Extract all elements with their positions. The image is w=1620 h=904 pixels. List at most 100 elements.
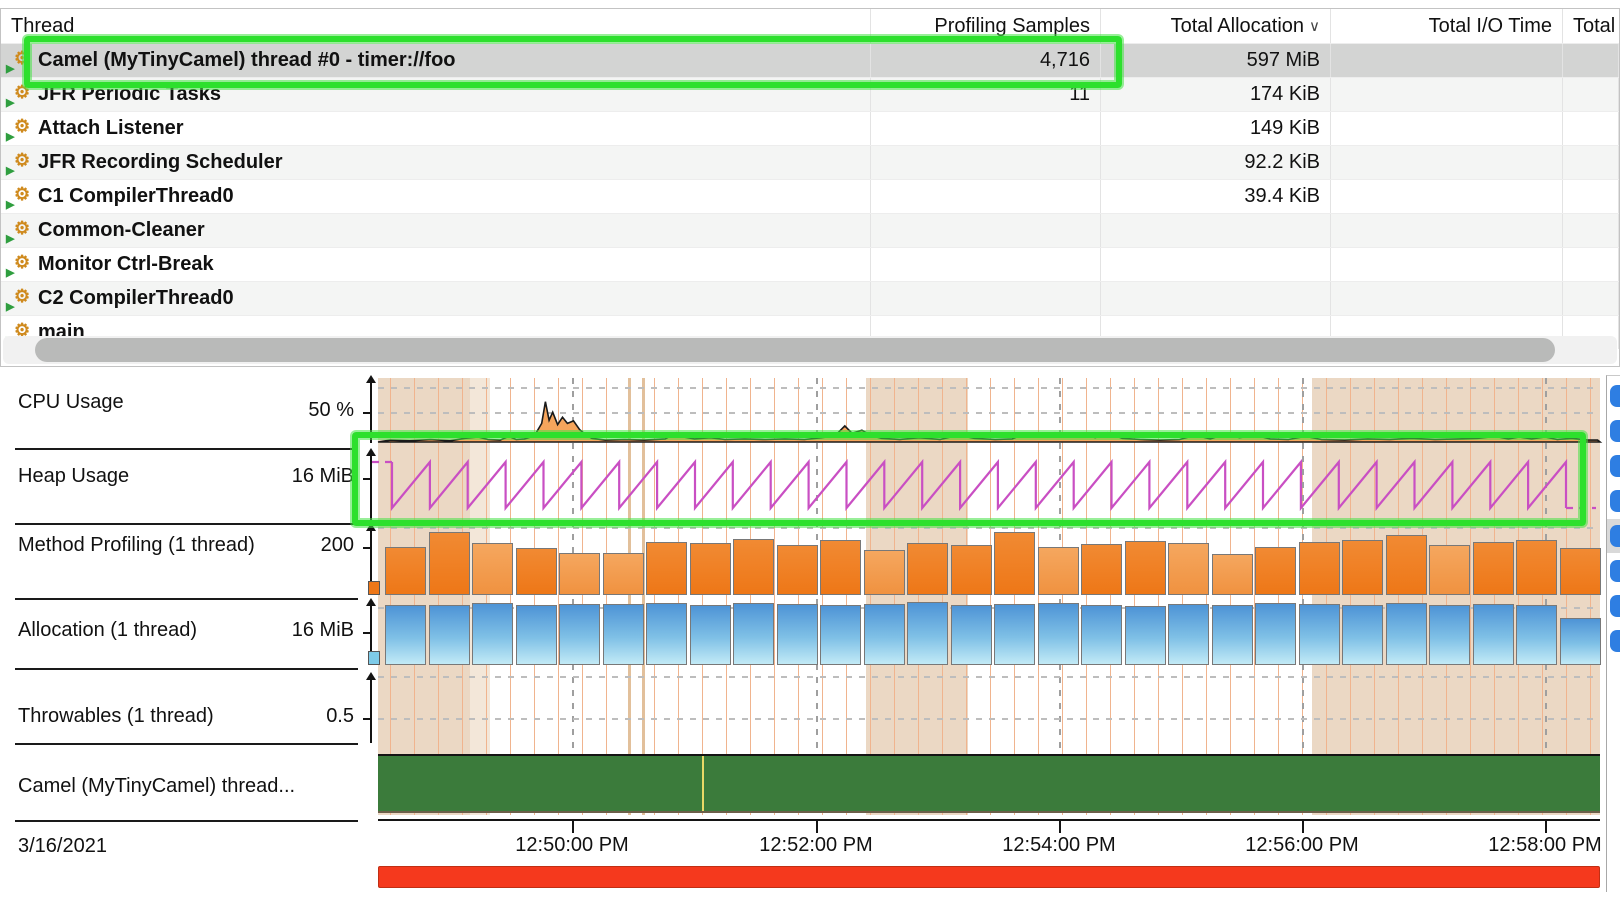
method-bar <box>1255 547 1296 595</box>
gear-icon: ⚙ <box>14 252 30 272</box>
table-row[interactable]: ⚙▶Common-Cleaner <box>1 213 1619 247</box>
gear-icon: ⚙ <box>14 218 30 238</box>
column-header-total-blocked-time[interactable]: Total Blocked Time <box>1563 9 1620 43</box>
annotation-highlight-heap-lane <box>352 432 1586 526</box>
allocation-bar <box>1212 605 1253 665</box>
method-bar <box>603 553 644 595</box>
method-bar <box>690 543 731 595</box>
allocation-bar <box>1560 618 1601 665</box>
cell-total-blocked-time <box>1563 214 1619 247</box>
method-bar <box>1429 545 1470 595</box>
method-bar <box>472 543 513 595</box>
cell-total-io-time <box>1331 282 1563 315</box>
table-row[interactable]: ⚙▶C2 CompilerThread0 <box>1 281 1619 315</box>
expand-arrow-icon[interactable]: ▶ <box>6 98 14 109</box>
time-axis-label: 12:50:00 PM <box>515 834 628 857</box>
timeline-tool-button[interactable] <box>1610 595 1620 617</box>
allocation-bar <box>516 605 557 665</box>
lane-separator <box>15 448 358 450</box>
table-row[interactable]: ⚙▶Monitor Ctrl-Break <box>1 247 1619 281</box>
allocation-bar <box>1038 603 1079 665</box>
method-bar <box>907 543 948 595</box>
timeline-tool-button[interactable] <box>1610 490 1620 512</box>
timeline-tool-button[interactable] <box>1610 420 1620 442</box>
allocation-chart <box>378 600 1600 665</box>
gear-icon: ⚙ <box>14 150 30 170</box>
allocation-bar <box>1473 604 1514 665</box>
cell-total-blocked-time <box>1563 112 1619 145</box>
expand-arrow-icon[interactable]: ▶ <box>6 234 14 245</box>
cell-profiling-samples <box>871 146 1101 179</box>
expand-arrow-icon[interactable]: ▶ <box>6 302 14 313</box>
allocation-bar <box>820 605 861 665</box>
allocation-bar <box>1386 603 1427 665</box>
expand-arrow-icon[interactable]: ▶ <box>6 200 14 211</box>
cell-total-blocked-time <box>1563 44 1619 77</box>
expand-arrow-icon[interactable]: ▶ <box>6 166 14 177</box>
allocation-bar <box>603 604 644 665</box>
thread-table-body: ⚙▶Camel (MyTinyCamel) thread #0 - timer:… <box>1 43 1619 349</box>
allocation-bar <box>777 604 818 665</box>
method-bar <box>646 542 687 595</box>
value-gridline <box>378 718 1600 720</box>
allocation-bar <box>994 604 1035 665</box>
method-bar <box>864 550 905 595</box>
timeline-tool-button[interactable] <box>1610 630 1620 652</box>
value-gridline <box>378 676 1600 678</box>
date-label: 3/16/2021 <box>18 835 107 858</box>
table-row[interactable]: ⚙▶JFR Recording Scheduler92.2 KiB <box>1 145 1619 179</box>
lane-separator <box>15 820 358 822</box>
expand-arrow-icon[interactable]: ▶ <box>6 132 14 143</box>
table-horizontal-scrollbar[interactable] <box>3 336 1617 364</box>
thread-icon: ⚙▶ <box>7 219 32 243</box>
lane-axis-tick <box>363 547 371 549</box>
cell-profiling-samples <box>871 214 1101 247</box>
cell-total-allocation: 39.4 KiB <box>1101 180 1331 213</box>
lane-separator <box>15 598 358 600</box>
cell-total-blocked-time <box>1563 78 1619 111</box>
table-scrollbar-thumb[interactable] <box>35 338 1555 362</box>
allocation-bar <box>907 602 948 665</box>
timeline-range-scrollbar[interactable] <box>378 866 1600 888</box>
column-header-total-allocation[interactable]: Total Allocation∨ <box>1101 9 1331 43</box>
method-bar <box>777 545 818 595</box>
lane-axis-arrow-icon <box>366 375 376 383</box>
lane-axis-arrow-icon <box>366 598 376 606</box>
allocation-bar <box>429 605 470 665</box>
expand-arrow-icon[interactable]: ▶ <box>6 64 14 75</box>
thread-activity-bar[interactable] <box>378 754 1600 813</box>
time-axis-line <box>378 819 1600 821</box>
method-bar <box>516 548 557 595</box>
expand-arrow-icon[interactable]: ▶ <box>6 268 14 279</box>
cell-profiling-samples <box>871 180 1101 213</box>
method-bar <box>1038 547 1079 595</box>
timeline-tool-button[interactable] <box>1610 560 1620 582</box>
timeline-tool-button[interactable] <box>1610 385 1620 407</box>
table-row[interactable]: ⚙▶Attach Listener149 KiB <box>1 111 1619 145</box>
lane-separator <box>15 743 358 745</box>
thread-icon: ⚙▶ <box>7 117 32 141</box>
cell-total-blocked-time <box>1563 146 1619 179</box>
allocation-bar <box>1255 603 1296 665</box>
cell-total-io-time <box>1331 44 1563 77</box>
method-bar <box>1516 540 1557 595</box>
table-row[interactable]: ⚙▶C1 CompilerThread039.4 KiB <box>1 179 1619 213</box>
method-bar <box>1299 542 1340 595</box>
cell-profiling-samples <box>871 282 1101 315</box>
lane-axis-tick <box>363 718 371 720</box>
thread-icon: ⚙▶ <box>7 253 32 277</box>
column-header-total-i-o-time[interactable]: Total I/O Time <box>1331 9 1563 43</box>
lane-axis-value: 50 % <box>0 399 354 422</box>
event-marker-line <box>702 756 704 811</box>
timeline-tool-button[interactable] <box>1610 525 1620 547</box>
event-line <box>1590 378 1591 815</box>
time-axis-tick <box>1302 821 1304 833</box>
cell-total-allocation: 597 MiB <box>1101 44 1331 77</box>
thread-icon: ⚙▶ <box>7 287 32 311</box>
allocation-bar <box>1081 605 1122 665</box>
method-bar <box>994 532 1035 595</box>
method-bar <box>1081 544 1122 595</box>
timeline-tool-button[interactable] <box>1610 455 1620 477</box>
cell-total-io-time <box>1331 112 1563 145</box>
cell-total-blocked-time <box>1563 248 1619 281</box>
